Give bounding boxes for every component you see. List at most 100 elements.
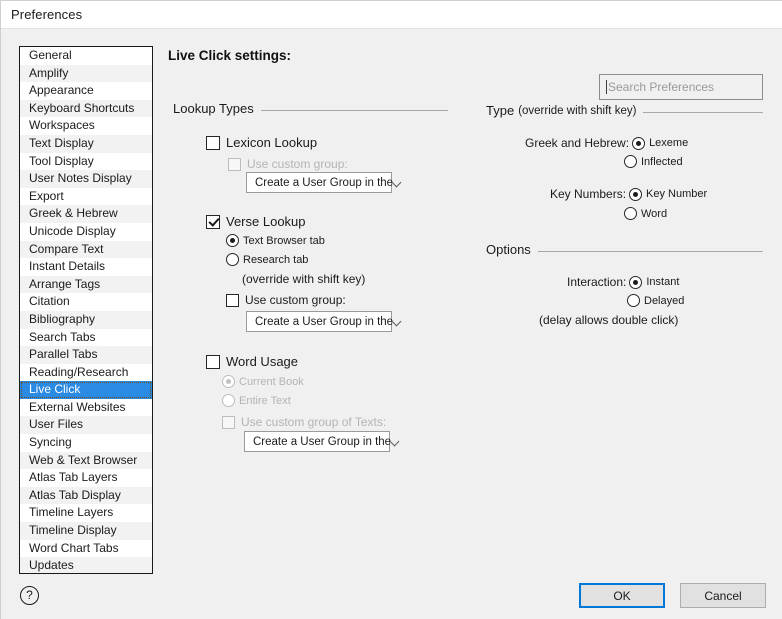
- sidebar-item-parallel-tabs[interactable]: Parallel Tabs: [20, 346, 152, 364]
- combo-verse-user-group[interactable]: Create a User Group in the: [246, 311, 392, 332]
- sidebar-item-label: Timeline Display: [29, 523, 117, 537]
- checkbox-verse-custom-group[interactable]: Use custom group:: [226, 293, 346, 307]
- radio-word-usage-current-book: Current Book: [222, 375, 304, 388]
- help-icon[interactable]: ?: [20, 586, 39, 605]
- sidebar-item-arrange-tags[interactable]: Arrange Tags: [20, 276, 152, 294]
- dialog-body: GeneralAmplify Appearance Keyboard Shortcu…: [1, 29, 782, 619]
- sidebar-item-timeline-layers[interactable]: Timeline Layers: [20, 504, 152, 522]
- sidebar-item-label: Search Tabs: [29, 330, 96, 344]
- sidebar-item-tool-display[interactable]: Tool Display: [20, 153, 152, 171]
- radio-label: Entire Text: [239, 395, 291, 407]
- radio-button: [222, 375, 235, 388]
- sidebar-item-amplify[interactable]: Amplify: [20, 65, 152, 83]
- checkbox-lexicon-custom-group: Use custom group:: [228, 157, 348, 171]
- radio-button[interactable]: [226, 234, 239, 247]
- sidebar-item-export[interactable]: Export: [20, 188, 152, 206]
- ok-button[interactable]: OK: [579, 583, 665, 608]
- section-options: Options: [486, 242, 763, 257]
- checkbox-box[interactable]: [226, 294, 239, 307]
- category-list[interactable]: GeneralAmplify Appearance Keyboard Shortcu…: [19, 46, 153, 574]
- sidebar-item-label: Appearance: [29, 83, 94, 97]
- radio-button[interactable]: [627, 294, 640, 307]
- radio-label: Research tab: [243, 254, 308, 266]
- sidebar-item-label: Parallel Tabs: [29, 347, 97, 361]
- sidebar-item-external-websites[interactable]: External Websites: [20, 399, 152, 417]
- sidebar-item-instant-details[interactable]: Instant Details: [20, 258, 152, 276]
- sidebar-item-greek-hebrew[interactable]: Greek & Hebrew: [20, 205, 152, 223]
- checkbox-lexicon-lookup[interactable]: Lexicon Lookup: [206, 135, 317, 150]
- combo-value: Create a User Group in the: [255, 316, 393, 328]
- checkbox-label: Verse Lookup: [226, 214, 306, 229]
- radio-button[interactable]: [629, 188, 642, 201]
- sidebar-item-bibliography[interactable]: Bibliography: [20, 311, 152, 329]
- sidebar-item-label: Live Click: [29, 382, 80, 396]
- title-bar: Preferences: [1, 1, 782, 29]
- sidebar-item-unicode-display[interactable]: Unicode Display: [20, 223, 152, 241]
- window-title: Preferences: [11, 7, 82, 22]
- radio-button[interactable]: [624, 155, 637, 168]
- sidebar-item-label: Instant Details: [29, 259, 105, 273]
- sidebar-item-live-click[interactable]: Live Click: [20, 381, 152, 399]
- combo-word-usage-user-group[interactable]: Create a User Group in the: [244, 431, 390, 452]
- sidebar-item-label: Unicode Display: [29, 224, 116, 238]
- combo-lexicon-user-group[interactable]: Create a User Group in the: [246, 172, 392, 193]
- checkbox-box[interactable]: [206, 355, 220, 369]
- sidebar-item-atlas-tab-display[interactable]: Atlas Tab Display: [20, 487, 152, 505]
- sidebar-item-search-tabs[interactable]: Search Tabs: [20, 329, 152, 347]
- search-input[interactable]: Search Preferences: [599, 74, 763, 100]
- radio-word-usage-entire-text: Entire Text: [222, 394, 291, 407]
- search-placeholder: Search Preferences: [608, 80, 714, 94]
- checkbox-word-usage[interactable]: Word Usage: [206, 354, 298, 369]
- radio-verse-text-browser-tab[interactable]: Text Browser tab: [226, 234, 325, 247]
- sidebar-item-keyboard-shortcuts[interactable]: Keyboard Shortcuts: [20, 100, 152, 118]
- sidebar-item-user-notes-display[interactable]: User Notes Display: [20, 170, 152, 188]
- sidebar-item-label: User Notes Display: [29, 171, 132, 185]
- radio-button[interactable]: [624, 207, 637, 220]
- sidebar-item-label: Atlas Tab Display: [29, 488, 121, 502]
- radio-label: Inflected: [641, 156, 683, 168]
- combo-value: Create a User Group in the: [255, 177, 393, 189]
- checkbox-label: Use custom group of Texts:: [241, 415, 386, 429]
- section-rule: [261, 110, 448, 111]
- sidebar-item-citation[interactable]: Citation: [20, 293, 152, 311]
- radio-verse-research-tab[interactable]: Research tab: [226, 253, 308, 266]
- ok-button-label: OK: [613, 589, 630, 603]
- note-text: (override with shift key): [242, 272, 365, 286]
- radio-button: [222, 394, 235, 407]
- greek-hebrew-label: Greek and Hebrew:: [525, 136, 629, 150]
- radio-interaction-delayed[interactable]: Delayed: [627, 294, 684, 307]
- radio-greek-hebrew-inflected[interactable]: Inflected: [624, 155, 683, 168]
- sidebar-item-general[interactable]: General: [20, 47, 152, 65]
- sidebar-item-appearance[interactable]: Appearance: [20, 82, 152, 100]
- cancel-button[interactable]: Cancel: [680, 583, 766, 608]
- key-numbers-label: Key Numbers:: [550, 187, 626, 201]
- sidebar-item-updates[interactable]: Updates: [20, 557, 152, 574]
- sidebar-item-syncing[interactable]: Syncing: [20, 434, 152, 452]
- sidebar-item-workspaces[interactable]: Workspaces: [20, 117, 152, 135]
- checkbox-box[interactable]: [206, 215, 220, 229]
- radio-button[interactable]: [629, 276, 642, 289]
- sidebar-item-label: Word Chart Tabs: [29, 541, 119, 555]
- sidebar-item-label: Amplify: [29, 66, 68, 80]
- sidebar-item-web-text-browser[interactable]: Web & Text Browser: [20, 452, 152, 470]
- sidebar-item-label: Tool Display: [29, 154, 94, 168]
- sidebar-item-atlas-tab-layers[interactable]: Atlas Tab Layers: [20, 469, 152, 487]
- radio-key-numbers-word[interactable]: Word: [624, 207, 667, 220]
- radio-button[interactable]: [632, 137, 645, 150]
- checkbox-box[interactable]: [206, 136, 220, 150]
- radio-label-instant: Instant: [646, 276, 679, 288]
- sidebar-item-reading-research[interactable]: Reading/Research: [20, 364, 152, 382]
- sidebar-item-timeline-display[interactable]: Timeline Display: [20, 522, 152, 540]
- interaction-label: Interaction:: [567, 275, 626, 289]
- radio-button[interactable]: [226, 253, 239, 266]
- sidebar-item-user-files[interactable]: User Files: [20, 416, 152, 434]
- section-rule: [538, 251, 763, 252]
- sidebar-item-text-display[interactable]: Text Display: [20, 135, 152, 153]
- sidebar-item-compare-text[interactable]: Compare Text: [20, 241, 152, 259]
- sidebar-item-word-chart-tabs[interactable]: Word Chart Tabs: [20, 540, 152, 558]
- checkbox-box: [228, 158, 241, 171]
- checkbox-verse-lookup[interactable]: Verse Lookup: [206, 214, 306, 229]
- cancel-button-label: Cancel: [704, 589, 741, 603]
- sidebar-item-label: Keyboard Shortcuts: [29, 101, 134, 115]
- combo-value: Create a User Group in the: [253, 436, 391, 448]
